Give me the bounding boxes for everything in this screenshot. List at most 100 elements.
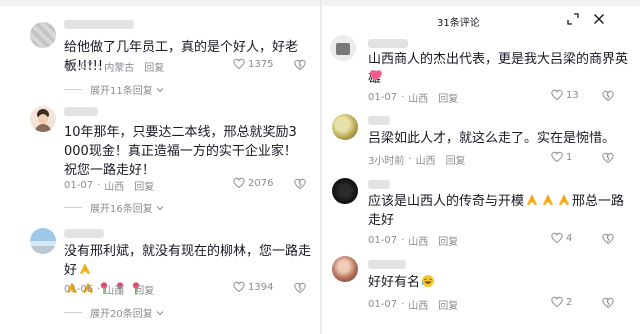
- username-blurred[interactable]: [64, 229, 104, 238]
- username-blurred[interactable]: [368, 180, 390, 189]
- comment-item: 没有邢利斌，就没有现在的柳林，您一路走好 01-06 · 山西 回复 1394 …: [0, 218, 320, 334]
- chevron-down-icon: [156, 310, 164, 315]
- heart-icon: [233, 177, 245, 188]
- like-button[interactable]: 2: [551, 296, 572, 308]
- reply-button[interactable]: 回复: [144, 59, 164, 74]
- dislike-icon[interactable]: [294, 59, 306, 71]
- meta-dot: ·: [97, 284, 101, 295]
- comment-text: 好好有名: [368, 275, 421, 290]
- comment-text-wrap: 好好有名: [368, 273, 630, 292]
- avatar[interactable]: [332, 178, 358, 204]
- like-count: 1: [566, 151, 573, 163]
- like-button[interactable]: 4: [551, 232, 572, 244]
- like-count: 2: [566, 296, 573, 308]
- expand-replies-label: 展开16条回复: [90, 204, 153, 215]
- chevron-down-icon: [156, 87, 164, 92]
- meta-dot: ·: [401, 235, 405, 246]
- username-blurred[interactable]: [368, 39, 408, 48]
- comment-date: 01-07: [368, 235, 398, 246]
- comment-location: 山西: [408, 301, 429, 312]
- avatar[interactable]: [330, 35, 356, 61]
- heart-icon: [233, 281, 245, 292]
- comment-meta: 01-07 · 山西 回复: [368, 297, 458, 312]
- comment-meta: 01-07 · 内蒙古 回复: [64, 59, 164, 74]
- username-blurred[interactable]: [64, 20, 134, 29]
- pray-emoji-icon: [542, 194, 554, 206]
- comment-meta: 01-06 · 山西 回复: [64, 282, 154, 297]
- comment-date: 01-07: [64, 61, 94, 72]
- avatar[interactable]: [332, 114, 358, 140]
- divider-line: [64, 89, 82, 90]
- heart-icon: [551, 232, 563, 243]
- close-icon[interactable]: [593, 13, 605, 25]
- dislike-icon[interactable]: [294, 282, 306, 294]
- pray-emoji-icon: [526, 194, 538, 206]
- reply-button[interactable]: 回复: [446, 152, 466, 167]
- comment-date: 3小时前: [368, 156, 405, 167]
- like-count: 4: [566, 232, 573, 244]
- pray-emoji-icon: [79, 263, 91, 275]
- expand-replies-button[interactable]: 展开20条回复: [64, 305, 164, 320]
- like-count: 1375: [248, 58, 274, 70]
- like-count: 13: [566, 89, 579, 101]
- avatar[interactable]: [30, 106, 56, 132]
- comment-list-left: 给他做了几年员工，真的是个好人，好老板!!!!! 01-07 · 内蒙古 回复 …: [0, 0, 320, 334]
- avatar[interactable]: [30, 228, 56, 254]
- reply-button[interactable]: 回复: [134, 282, 154, 297]
- like-button[interactable]: 1394: [233, 281, 273, 293]
- divider-line: [64, 207, 82, 208]
- meta-dot: ·: [401, 92, 405, 103]
- laughing-emoji-icon: [421, 274, 435, 288]
- reply-button[interactable]: 回复: [438, 297, 458, 312]
- meta-dot: ·: [97, 61, 101, 72]
- comment-item: 山西商人的杰出代表，更是我大吕梁的商界英雄 01-07 · 山西 回复 13: [322, 30, 640, 108]
- heart-icon: [551, 89, 563, 100]
- like-count: 1394: [248, 281, 274, 293]
- comment-text: 没有邢利斌，就没有现在的柳林，您一路走好: [64, 244, 312, 278]
- top-fade: [322, 0, 640, 6]
- like-count: 2076: [248, 177, 274, 189]
- like-button[interactable]: 13: [551, 89, 579, 101]
- comment-item: 好好有名 01-07 · 山西 回复 2: [322, 250, 640, 334]
- dislike-icon[interactable]: [602, 233, 614, 245]
- comment-date: 01-07: [368, 299, 398, 310]
- comment-location: 内蒙古: [104, 63, 135, 74]
- heart-icon: [233, 58, 245, 69]
- dislike-icon[interactable]: [602, 90, 614, 102]
- dislike-icon[interactable]: [602, 152, 614, 164]
- avatar[interactable]: [332, 256, 358, 282]
- comment-count-title: 31条评论: [437, 18, 480, 29]
- dislike-icon[interactable]: [294, 178, 306, 190]
- username-blurred[interactable]: [64, 107, 98, 116]
- comment-meta: 01-07 · 山西 回复: [368, 90, 458, 105]
- comment-meta: 01-07 · 山西 回复: [64, 178, 154, 193]
- expand-replies-button[interactable]: 展开16条回复: [64, 200, 164, 215]
- avatar[interactable]: [30, 22, 56, 48]
- comment-date: 01-07: [368, 92, 398, 103]
- meta-dot: ·: [401, 299, 405, 310]
- reply-button[interactable]: 回复: [438, 233, 458, 248]
- pray-emoji-icon: [558, 194, 570, 206]
- like-button[interactable]: 2076: [233, 177, 273, 189]
- comment-meta: 01-07 · 山西 回复: [368, 233, 458, 248]
- comment-item: 吕梁如此人才，就这么走了。实在是惋惜。 3小时前 · 山西 回复 1: [322, 108, 640, 170]
- expand-replies-button[interactable]: 展开11条回复: [64, 82, 164, 97]
- comment-location: 山西: [408, 94, 429, 105]
- chevron-down-icon: [156, 205, 164, 210]
- username-blurred[interactable]: [368, 260, 406, 269]
- comment-panel-right: 31条评论 山西商人的杰出代表，更是我大吕梁的商界英雄 01-07 · 山西 回…: [322, 0, 640, 334]
- comment-location: 山西: [408, 237, 429, 248]
- dislike-icon[interactable]: [602, 297, 614, 309]
- reply-button[interactable]: 回复: [438, 90, 458, 105]
- comment-text: 吕梁如此人才，就这么走了。实在是惋惜。: [368, 131, 616, 146]
- like-button[interactable]: 1375: [233, 58, 273, 70]
- expand-icon[interactable]: [567, 13, 579, 25]
- heart-icon: [551, 151, 563, 162]
- like-button[interactable]: 1: [551, 151, 572, 163]
- comment-date: 01-06: [64, 284, 94, 295]
- comment-text: 山西商人的杰出代表，更是我大吕梁的商界英雄: [368, 52, 629, 86]
- comment-item: 应该是山西人的传奇与开模 邢总一路走好 01-07 · 山西 回复 4: [322, 170, 640, 250]
- reply-button[interactable]: 回复: [134, 178, 154, 193]
- heart-icon: [551, 296, 563, 307]
- username-blurred[interactable]: [368, 116, 390, 125]
